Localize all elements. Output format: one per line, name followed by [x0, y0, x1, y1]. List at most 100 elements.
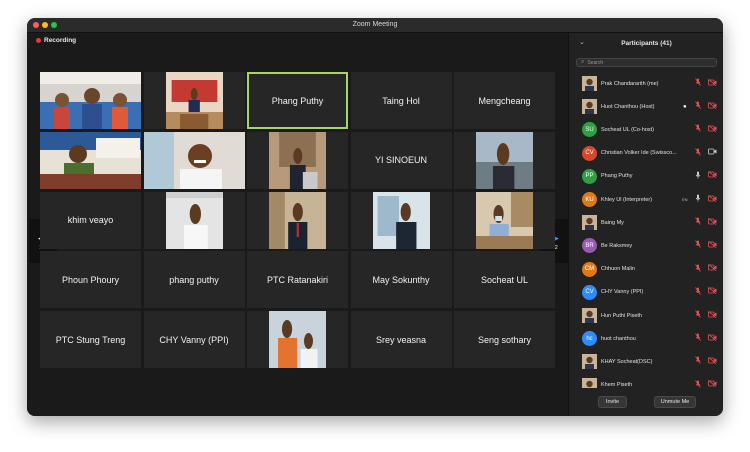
recording-indicator: Recording [36, 37, 76, 44]
participant-name: Be Raksmey [601, 242, 633, 249]
participant-row[interactable]: Hun Puthi Piseth [569, 304, 723, 327]
video-tile[interactable] [454, 131, 555, 189]
video-camera-off-icon[interactable] [708, 101, 717, 112]
video-camera-off-icon[interactable] [708, 78, 717, 89]
microphone-muted-icon[interactable] [695, 333, 701, 344]
participant-tile-name: PTC Stung Treng [55, 334, 126, 345]
participant-row[interactable]: Huot Chanthou (Host) ● [569, 95, 723, 118]
participant-tile[interactable]: May Sokunthy [350, 251, 452, 309]
participant-row[interactable]: CM Chhuon Malin [569, 258, 723, 281]
participant-video-feed [165, 191, 223, 249]
participant-row[interactable]: CV Christian Volker Ide (Swissco... [569, 142, 723, 165]
video-camera-icon[interactable] [708, 148, 717, 158]
title-bar: Zoom Meeting [27, 18, 723, 33]
video-camera-off-icon[interactable] [708, 310, 717, 321]
microphone-muted-icon[interactable] [695, 101, 701, 112]
participant-row[interactable]: BR Be Raksmey [569, 234, 723, 257]
video-camera-off-icon[interactable] [708, 379, 717, 388]
participant-video-feed [476, 131, 533, 189]
video-tile[interactable] [143, 131, 245, 189]
participant-row[interactable]: PP Phang Puthy [569, 165, 723, 188]
participant-tile-name: Taing Hol [382, 95, 420, 106]
video-tile[interactable] [247, 131, 348, 189]
video-camera-off-icon[interactable] [708, 287, 717, 297]
participant-list: Prak Chandararith (me) Huot Chanthou (Hos… [569, 72, 723, 388]
participant-row[interactable]: KHAY Socheat(DSC) [569, 350, 723, 373]
participant-video-feed [269, 191, 326, 249]
participant-row[interactable]: SU Socheat UL (Co-host) [569, 118, 723, 141]
video-camera-off-icon[interactable] [708, 194, 717, 205]
microphone-muted-icon[interactable] [695, 240, 701, 251]
video-tile[interactable] [454, 191, 555, 249]
video-camera-off-icon[interactable] [708, 217, 717, 228]
participant-row[interactable]: hc huot chanthou [569, 327, 723, 350]
video-tile[interactable] [247, 191, 348, 249]
avatar-face-icon [582, 308, 597, 323]
video-camera-off-icon[interactable] [708, 333, 717, 344]
unmute-me-button[interactable]: Unmute Me [654, 396, 696, 408]
microphone-muted-icon[interactable] [695, 263, 701, 275]
participant-tile[interactable]: YI SINOEUN [350, 131, 452, 189]
avatar-photo [582, 76, 597, 91]
participant-name: KHAY Socheat(DSC) [601, 358, 653, 365]
microphone-icon[interactable] [695, 171, 701, 182]
video-camera-off-icon[interactable] [708, 240, 717, 251]
participant-tile[interactable]: CHY Vanny (PPI) [143, 311, 245, 368]
participant-tile[interactable]: PTC Stung Treng [40, 311, 141, 368]
microphone-muted-icon[interactable] [695, 124, 701, 135]
microphone-muted-icon[interactable] [695, 217, 701, 228]
video-camera-off-icon[interactable] [708, 171, 717, 181]
participant-tile[interactable]: Mengcheang [454, 72, 555, 129]
invite-button[interactable]: Invite [598, 396, 627, 408]
microphone-muted-icon[interactable] [695, 356, 701, 367]
microphone-muted-icon[interactable] [695, 78, 701, 89]
avatar-initials: hc [582, 331, 597, 347]
participant-name: Baing My [601, 219, 624, 226]
video-tile[interactable] [143, 72, 245, 129]
participant-row[interactable]: CV CHY Vanny (PPI) [569, 281, 723, 304]
avatar-initials: CV [582, 284, 597, 300]
video-camera-off-icon[interactable] [708, 263, 717, 274]
participant-tile[interactable]: Socheat UL [454, 251, 555, 309]
participant-search[interactable]: ⌕ [576, 58, 717, 67]
participant-tile[interactable]: phang puthy [143, 251, 245, 309]
participant-tile-name: Phoun Phoury [61, 274, 120, 285]
video-tile[interactable] [350, 191, 452, 249]
participant-row[interactable]: KU Khley Ul (Interpreter) EN [569, 188, 723, 211]
microphone-icon[interactable] [695, 194, 701, 205]
microphone-muted-icon[interactable] [695, 287, 701, 298]
participant-tile-name: Srey veasna [375, 334, 427, 345]
participant-tile[interactable]: khim veayo [40, 191, 141, 249]
participant-row[interactable]: Khem Piseth [569, 374, 723, 388]
video-camera-off-icon[interactable] [708, 356, 717, 367]
avatar-initials: BR [582, 238, 597, 254]
participant-name: Socheat UL (Co-host) [601, 126, 654, 133]
language-badge: EN [682, 196, 688, 202]
avatar-initials: CM [582, 261, 597, 277]
video-tile[interactable] [40, 131, 141, 189]
participant-tile-name: Mengcheang [478, 95, 531, 106]
video-tile[interactable] [40, 72, 141, 129]
avatar-photo [582, 354, 597, 370]
participant-row[interactable]: Prak Chandararith (me) [569, 72, 723, 95]
participant-tile-name: Phang Puthy [271, 95, 324, 106]
zoom-window: Zoom Meeting Recording ◀ 1/2 ▶ 1/2 Phang… [27, 18, 723, 416]
participant-tile[interactable]: Taing Hol [350, 72, 452, 129]
search-input[interactable] [587, 59, 708, 66]
participant-tile[interactable]: Seng sothary [454, 311, 555, 368]
avatar-photo [582, 377, 597, 388]
participant-tile-name: May Sokunthy [372, 274, 430, 285]
microphone-muted-icon[interactable] [695, 147, 701, 159]
participants-header: ⌄ Participants (41) [569, 33, 723, 53]
video-camera-off-icon[interactable] [708, 124, 717, 135]
video-tile[interactable] [143, 191, 245, 249]
video-tile[interactable] [247, 311, 348, 368]
microphone-muted-icon[interactable] [695, 379, 701, 388]
participant-row[interactable]: Baing My [569, 211, 723, 234]
participant-tile[interactable]: Srey veasna [350, 311, 452, 368]
participant-tile[interactable]: Phoun Phoury [40, 251, 141, 309]
microphone-muted-icon[interactable] [695, 310, 701, 321]
participant-tile[interactable]: PTC Ratanakiri [247, 251, 348, 309]
collapse-chevron-icon[interactable]: ⌄ [579, 38, 585, 46]
participant-tile[interactable]: Phang Puthy [247, 72, 348, 129]
